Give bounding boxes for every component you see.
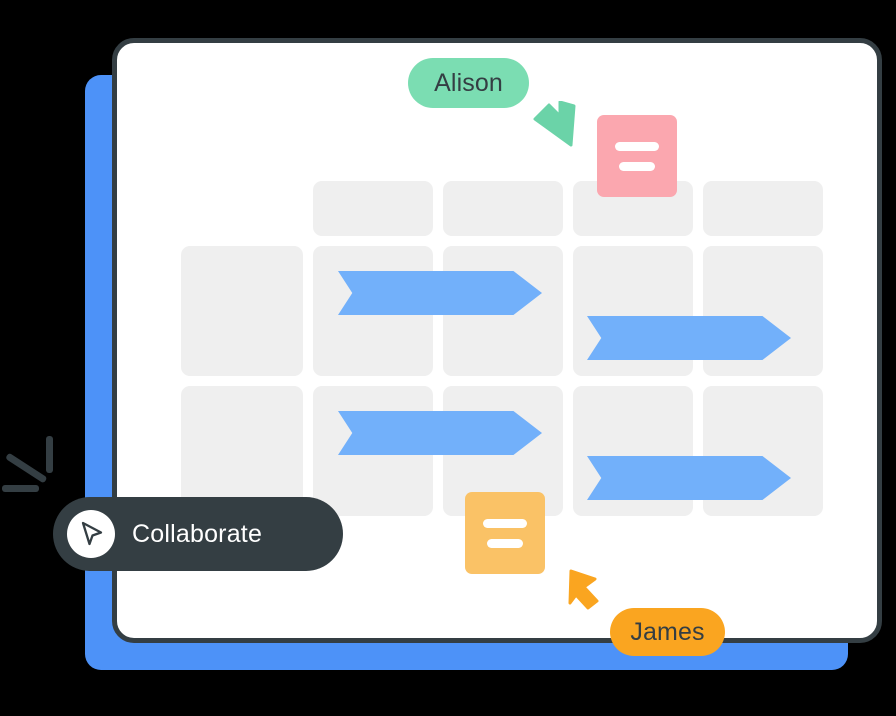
row1-bar-2[interactable] — [587, 316, 791, 360]
click-burst-line-vertical — [46, 436, 53, 473]
collaborator-badge-james[interactable]: James — [610, 608, 725, 656]
collaborator-badge-alison[interactable]: Alison — [408, 58, 529, 108]
orange-note[interactable] — [465, 492, 545, 574]
cursor-arrow-alison-icon — [533, 101, 576, 147]
pink-note-line-2 — [618, 161, 656, 171]
click-burst-line-horizontal — [2, 485, 39, 492]
cursor-arrow-icon — [81, 521, 103, 546]
click-burst-line-diagonal — [5, 452, 48, 484]
collaborator-name-alison: Alison — [434, 68, 503, 97]
collaborator-name-james: James — [630, 617, 705, 646]
header-card-4[interactable] — [703, 181, 823, 236]
orange-note-line-2 — [486, 538, 524, 548]
row2-bar-2[interactable] — [587, 456, 791, 500]
cursor-arrow-james-icon — [568, 569, 599, 610]
orange-note-line-1 — [483, 518, 527, 528]
collaborate-pill[interactable]: Collaborate — [53, 497, 343, 571]
row1-bar-1[interactable] — [338, 271, 542, 315]
pink-note-line-1 — [615, 141, 659, 151]
collaborate-label: Collaborate — [132, 519, 263, 548]
cursor-arrow-icon-badge — [67, 510, 115, 558]
pink-note[interactable] — [597, 115, 677, 197]
header-card-1[interactable] — [313, 181, 433, 236]
row2-bar-1[interactable] — [338, 411, 542, 455]
header-card-2[interactable] — [443, 181, 563, 236]
illustration-scene: Alison James Collaborate — [0, 0, 896, 716]
row1-card-1[interactable] — [181, 246, 303, 376]
